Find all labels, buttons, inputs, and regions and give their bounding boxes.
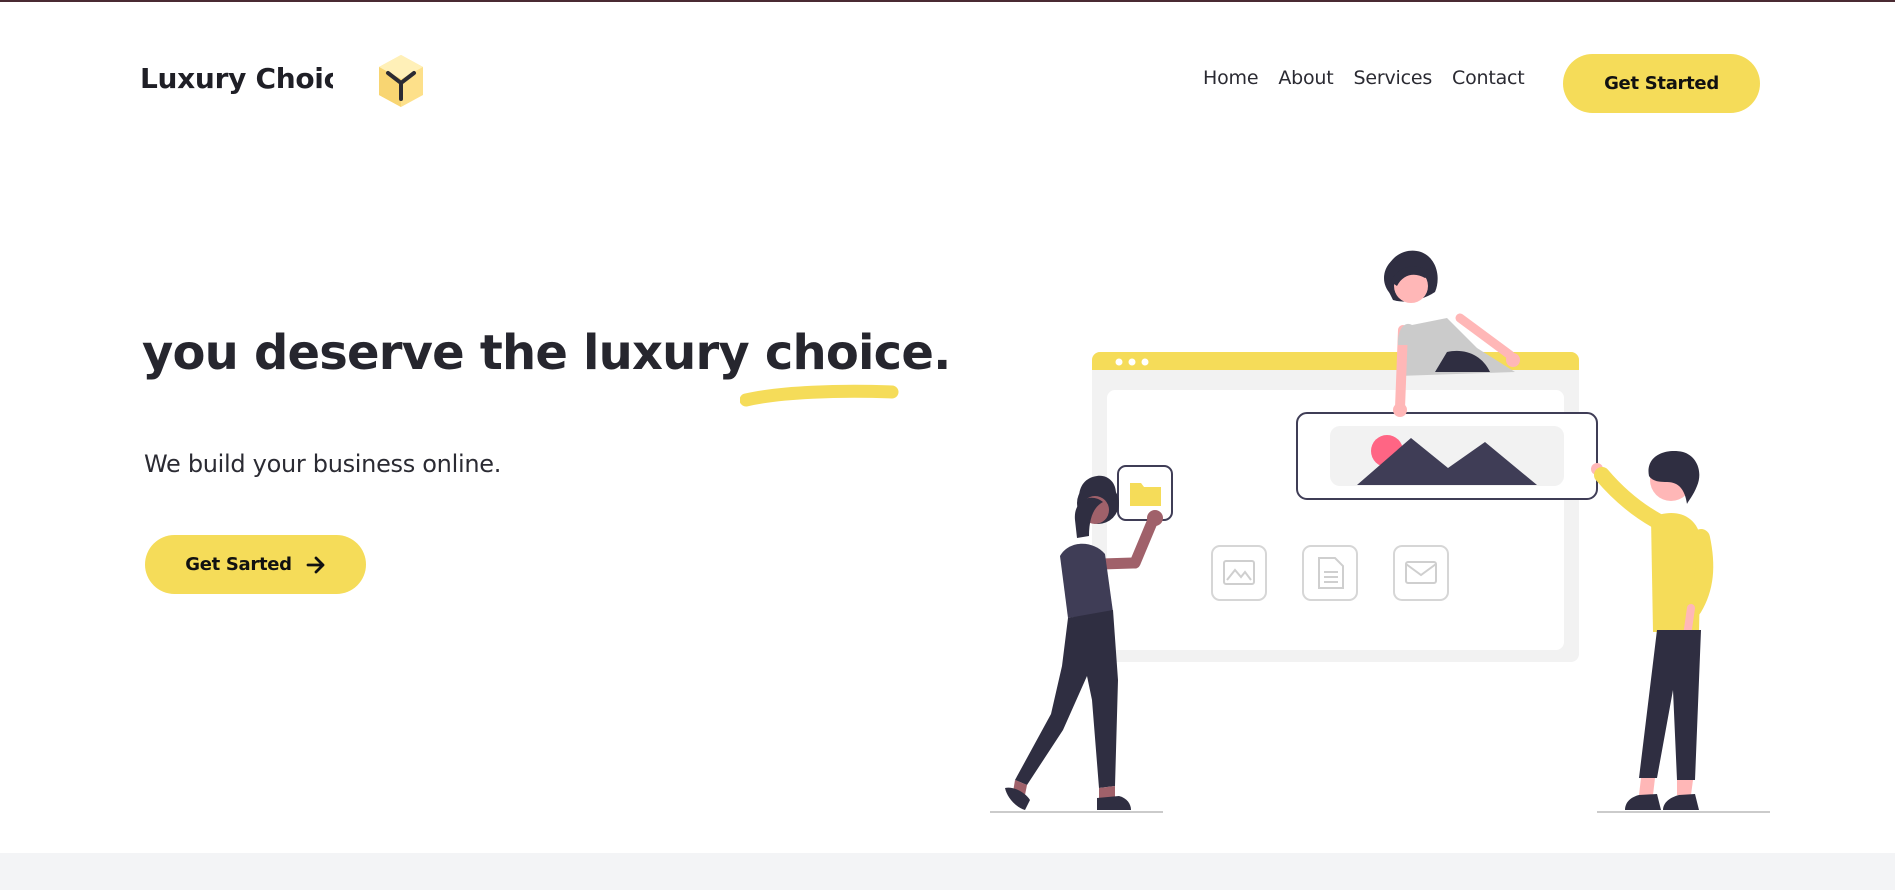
nav-about[interactable]: About [1278,67,1333,89]
image-tile-icon [1211,545,1267,601]
next-section-band [0,853,1895,890]
hero-title: you deserve the luxury choice. [142,325,951,381]
site-header: Luxury Choice Home About Services Contac… [0,0,1895,166]
highlight-underline [740,384,899,407]
nav-home[interactable]: Home [1203,67,1259,89]
get-started-button[interactable]: Get Started [1563,54,1760,113]
person-right [1591,451,1714,810]
nav-contact[interactable]: Contact [1452,67,1525,89]
hero-subtitle: We build your business online. [144,450,502,478]
arrow-right-icon [306,556,325,573]
get-sarted-button[interactable]: Get Sarted [145,535,366,594]
document-tile-icon [1302,545,1358,601]
mail-tile-icon [1393,545,1449,601]
brand-name: Luxury Choice [140,62,333,95]
image-card [1296,412,1598,500]
brand[interactable]: Luxury Choice [140,55,423,107]
team-building-website-illustration [990,250,1770,813]
hero-cta-label: Get Sarted [185,554,292,575]
main-nav: Home About Services Contact [1203,67,1525,89]
nav-services[interactable]: Services [1354,67,1433,89]
cube-logo-icon [379,55,423,107]
